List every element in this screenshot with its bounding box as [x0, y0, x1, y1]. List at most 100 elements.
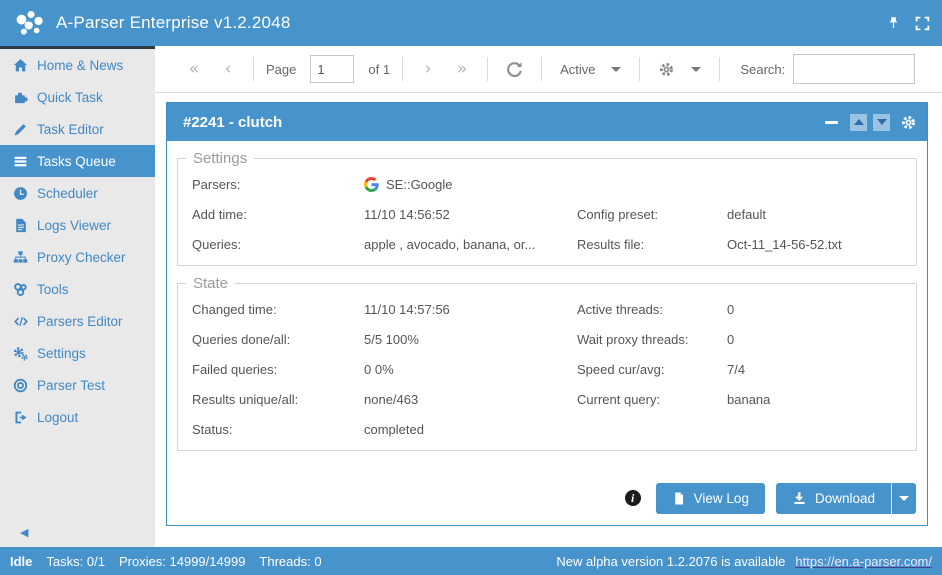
- chevron-down-icon: [899, 496, 909, 501]
- triangle-down-icon: [877, 119, 887, 125]
- sidebar-item-proxy-checker[interactable]: Proxy Checker: [0, 241, 155, 273]
- field-label: Failed queries:: [192, 362, 364, 377]
- field-value: completed: [364, 422, 577, 437]
- page-label: Page: [266, 62, 296, 77]
- sidebar-item-label: Proxy Checker: [37, 250, 126, 265]
- field-value: 0: [727, 332, 916, 347]
- sidebar-collapse-icon[interactable]: ◀: [20, 526, 28, 539]
- last-page-button[interactable]: »: [449, 59, 475, 79]
- toolbar-separator: [719, 57, 720, 81]
- fullscreen-icon[interactable]: [915, 16, 930, 31]
- download-split-button: Download: [776, 483, 916, 514]
- field-label: Results unique/all:: [192, 392, 364, 407]
- prev-page-button[interactable]: ‹: [215, 59, 241, 79]
- search-input[interactable]: [793, 54, 915, 84]
- sidebar-item-logs-viewer[interactable]: Logs Viewer: [0, 209, 155, 241]
- settings-row: Parsers: SE::Google: [178, 169, 916, 199]
- update-link[interactable]: https://en.a-parser.com/: [795, 554, 932, 569]
- state-row: Results unique/all: none/463 Current que…: [178, 384, 916, 414]
- status-bar: Idle Tasks: 0/1 Proxies: 14999/14999 Thr…: [0, 547, 942, 575]
- sidebar: Home & News Quick Task Task Editor Tasks…: [0, 46, 155, 547]
- tasks-toolbar: « ‹ Page of 1 › » Active: [155, 46, 942, 93]
- field-label: Queries done/all:: [192, 332, 364, 347]
- a-parser-logo-icon: [12, 8, 46, 38]
- next-page-button[interactable]: ›: [415, 59, 441, 79]
- sidebar-item-label: Parsers Editor: [37, 314, 123, 329]
- page-input[interactable]: [310, 55, 354, 83]
- app-title: A-Parser Enterprise v1.2.2048: [56, 13, 886, 33]
- sidebar-item-logout[interactable]: Logout: [0, 401, 155, 433]
- move-down-button[interactable]: [873, 114, 890, 131]
- panel-gear-icon[interactable]: [900, 114, 917, 131]
- parsers-value: SE::Google: [364, 177, 577, 192]
- field-value: default: [727, 207, 916, 222]
- search-label: Search:: [740, 62, 785, 77]
- sidebar-item-label: Parser Test: [37, 378, 105, 393]
- pin-icon[interactable]: [886, 16, 901, 31]
- sidebar-item-scheduler[interactable]: Scheduler: [0, 177, 155, 209]
- gears-icon: [13, 346, 37, 361]
- settings-dropdown[interactable]: [652, 61, 707, 78]
- field-label: Active threads:: [577, 302, 727, 317]
- sidebar-item-label: Scheduler: [37, 186, 98, 201]
- state-row: Queries done/all: 5/5 100% Wait proxy th…: [178, 324, 916, 354]
- field-value: Oct-11_14-56-52.txt: [727, 237, 916, 252]
- sidebar-item-task-editor[interactable]: Task Editor: [0, 113, 155, 145]
- settings-fieldset: Settings Parsers: SE::Google: [177, 150, 917, 266]
- task-panel-title: #2241 - clutch: [183, 114, 825, 131]
- code-icon: [13, 314, 37, 329]
- sidebar-item-parser-test[interactable]: Parser Test: [0, 369, 155, 401]
- target-icon: [13, 378, 37, 393]
- download-menu-button[interactable]: [891, 483, 916, 514]
- download-button[interactable]: Download: [776, 483, 891, 514]
- info-icon[interactable]: i: [625, 490, 641, 506]
- refresh-icon[interactable]: [500, 61, 529, 78]
- field-label: Add time:: [192, 207, 364, 222]
- state-row: Status: completed: [178, 414, 916, 444]
- field-label: Changed time:: [192, 302, 364, 317]
- field-value: apple , avocado, banana, or...: [364, 237, 577, 252]
- field-label: Status:: [192, 422, 364, 437]
- filter-value: Active: [560, 62, 595, 77]
- page-of-label: of 1: [368, 62, 390, 77]
- sidebar-item-settings[interactable]: Settings: [0, 337, 155, 369]
- first-page-button[interactable]: «: [181, 59, 207, 79]
- sidebar-item-parsers-editor[interactable]: Parsers Editor: [0, 305, 155, 337]
- list-icon: [13, 154, 37, 169]
- minimize-icon[interactable]: [825, 121, 838, 124]
- sidebar-item-label: Tasks Queue: [37, 154, 116, 169]
- sidebar-item-tools[interactable]: Tools: [0, 273, 155, 305]
- field-value: 11/10 14:56:52: [364, 207, 577, 222]
- field-label: Wait proxy threads:: [577, 332, 727, 347]
- field-value: 0 0%: [364, 362, 577, 377]
- toolbar-separator: [487, 57, 488, 81]
- settings-row: Queries: apple , avocado, banana, or... …: [178, 229, 916, 259]
- field-label: Parsers:: [192, 177, 364, 192]
- field-value: 0: [727, 302, 916, 317]
- task-panel: #2241 - clutch Settings: [166, 102, 928, 526]
- sidebar-item-quick-task[interactable]: Quick Task: [0, 81, 155, 113]
- view-log-button[interactable]: View Log: [656, 483, 765, 514]
- state-fieldset: State Changed time: 11/10 14:57:56 Activ…: [177, 275, 917, 451]
- settings-row: Add time: 11/10 14:56:52 Config preset: …: [178, 199, 916, 229]
- field-label: Current query:: [577, 392, 727, 407]
- state-row: Changed time: 11/10 14:57:56 Active thre…: [178, 294, 916, 324]
- chevron-down-icon: [691, 67, 701, 72]
- gear-icon: [658, 61, 675, 78]
- sidebar-item-home-news[interactable]: Home & News: [0, 49, 155, 81]
- update-notice: New alpha version 1.2.2076 is available: [556, 554, 785, 569]
- document-icon: [13, 218, 37, 233]
- threads-count: Threads: 0: [259, 554, 321, 569]
- field-value: 11/10 14:57:56: [364, 302, 577, 317]
- triangle-up-icon: [854, 119, 864, 125]
- move-up-button[interactable]: [850, 114, 867, 131]
- sidebar-item-tasks-queue[interactable]: Tasks Queue: [0, 145, 155, 177]
- file-icon: [672, 491, 686, 506]
- toolbar-separator: [639, 57, 640, 81]
- sidebar-item-label: Settings: [37, 346, 86, 361]
- pencil-icon: [13, 122, 37, 137]
- download-icon: [792, 491, 807, 506]
- filter-dropdown[interactable]: Active: [554, 62, 627, 77]
- tasks-count: Tasks: 0/1: [46, 554, 105, 569]
- engine-status: Idle: [10, 554, 32, 569]
